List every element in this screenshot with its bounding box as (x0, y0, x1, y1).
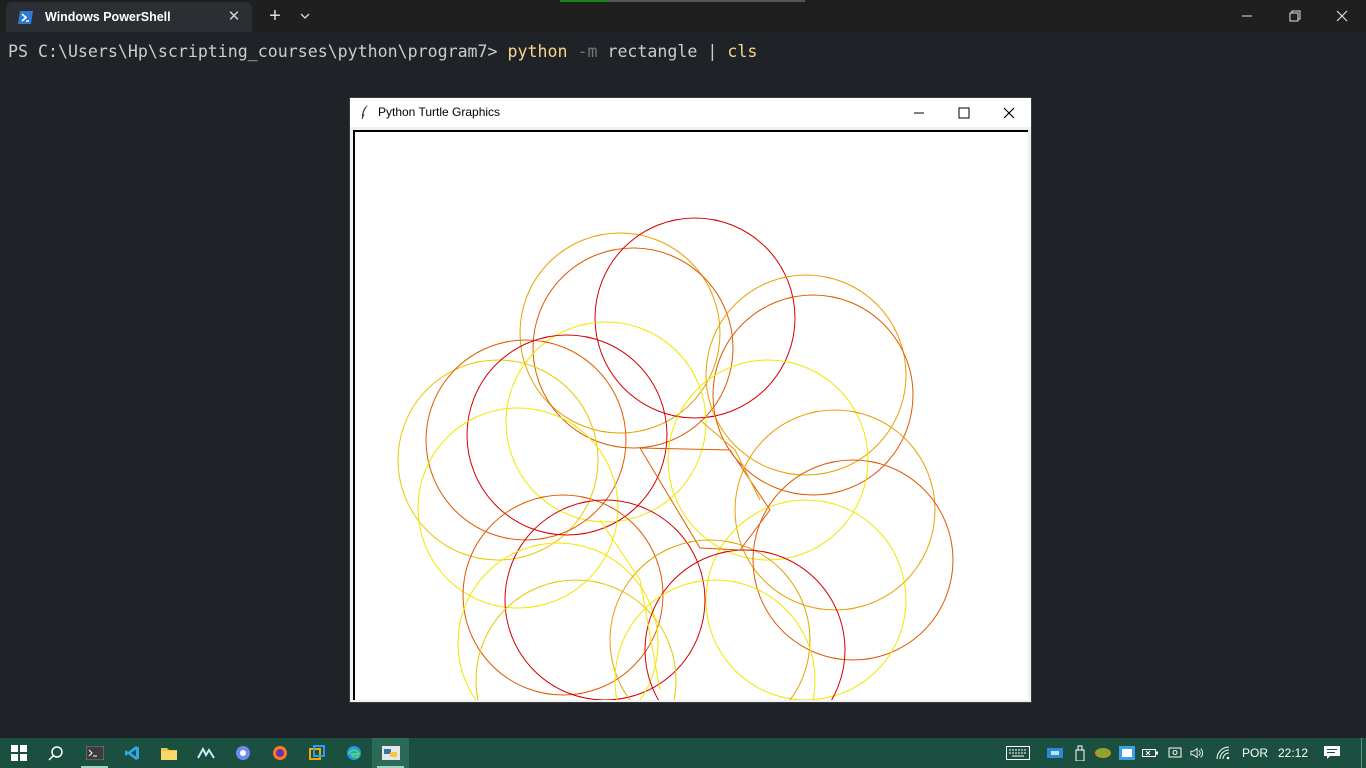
tab-close-icon[interactable]: ✕ (227, 8, 241, 26)
inner-path (699, 419, 761, 501)
maximize-icon (958, 107, 969, 118)
close-icon (1336, 10, 1348, 22)
restore-icon (1289, 10, 1301, 22)
terminal-icon (85, 746, 104, 760)
prompt-path: PS C:\Users\Hp\scripting_courses\python\… (8, 42, 508, 61)
taskbar-firefox[interactable] (261, 738, 298, 768)
flag-token: -m (577, 42, 598, 61)
argument-token: rectangle (607, 42, 698, 61)
command2-token: cls (727, 42, 758, 61)
python-icon (381, 746, 400, 760)
turtle-graphics-window[interactable]: Python Turtle Graphics (349, 97, 1032, 703)
circle (417, 407, 619, 609)
taskbar-vscode[interactable] (113, 738, 150, 768)
show-desktop-divider[interactable] (1361, 738, 1362, 768)
firefox-icon (272, 746, 287, 760)
tab-windows-powershell[interactable]: Windows PowerShell ✕ (6, 2, 252, 32)
taskbar-edge[interactable] (335, 738, 372, 768)
minimize-icon (1242, 15, 1252, 17)
terminal-titlebar: Windows PowerShell ✕ + (0, 0, 1366, 32)
folder-icon (160, 748, 177, 760)
turtle-close-button[interactable] (986, 98, 1031, 127)
turtle-maximize-button[interactable] (941, 98, 986, 127)
turtle-canvas[interactable] (353, 130, 1028, 700)
taskbar-app-3[interactable] (298, 738, 335, 768)
search-icon (47, 746, 63, 761)
new-tab-button[interactable]: + (266, 6, 284, 26)
terminal-prompt-line[interactable]: PS C:\Users\Hp\scripting_courses\python\… (8, 42, 757, 61)
close-icon (1003, 107, 1014, 118)
tray-app-icon-3[interactable] (1119, 746, 1135, 760)
command-token: python (507, 42, 568, 61)
circle (609, 539, 811, 700)
browser-icon (235, 746, 250, 760)
start-button[interactable] (0, 738, 37, 768)
taskbar-app-2[interactable] (224, 738, 261, 768)
circle (462, 494, 664, 696)
language-indicator[interactable]: POR (1242, 746, 1268, 760)
battery-icon[interactable] (1142, 746, 1158, 760)
pipe-token: | (707, 42, 718, 61)
tray-app-icon-2[interactable] (1095, 746, 1111, 760)
close-button[interactable] (1319, 0, 1365, 32)
app-icon (308, 745, 325, 760)
minimize-icon (913, 112, 924, 113)
titlebar-accent (560, 0, 609, 2)
titlebar-accent-grey (609, 0, 805, 2)
notifications-icon[interactable] (1324, 746, 1340, 760)
feather-icon (360, 104, 370, 120)
turtle-window-title: Python Turtle Graphics (378, 105, 501, 119)
search-button[interactable] (37, 738, 74, 768)
taskbar-file-explorer[interactable] (150, 738, 187, 768)
turtle-minimize-button[interactable] (896, 98, 941, 127)
edge-icon (346, 746, 361, 760)
wifi-icon[interactable] (1216, 746, 1232, 760)
tray-app-icon[interactable] (1047, 746, 1063, 760)
taskbar-python-turtle[interactable] (372, 738, 409, 768)
circle (705, 499, 907, 700)
taskbar-app-1[interactable] (187, 738, 224, 768)
circles-drawing (397, 217, 954, 700)
windows-icon (10, 745, 27, 761)
volume-icon[interactable] (1190, 746, 1206, 760)
inner-path (639, 447, 771, 551)
chevron-down-icon[interactable] (298, 9, 312, 23)
app-icon (196, 747, 215, 759)
webcam-icon[interactable] (1167, 746, 1183, 760)
circle (734, 409, 936, 611)
minimize-button[interactable] (1224, 0, 1270, 32)
taskbar-terminal[interactable] (76, 738, 113, 768)
powershell-icon (18, 10, 33, 24)
taskbar: POR 22:12 (0, 738, 1366, 768)
restore-button[interactable] (1272, 0, 1318, 32)
circle (705, 274, 907, 476)
circle (457, 542, 659, 700)
turtle-titlebar[interactable]: Python Turtle Graphics (350, 98, 1031, 127)
vscode-icon (124, 746, 139, 760)
touch-keyboard-icon[interactable] (1006, 746, 1030, 760)
clock[interactable]: 22:12 (1278, 746, 1308, 760)
tab-title: Windows PowerShell (45, 10, 171, 24)
usb-icon[interactable] (1072, 745, 1088, 761)
